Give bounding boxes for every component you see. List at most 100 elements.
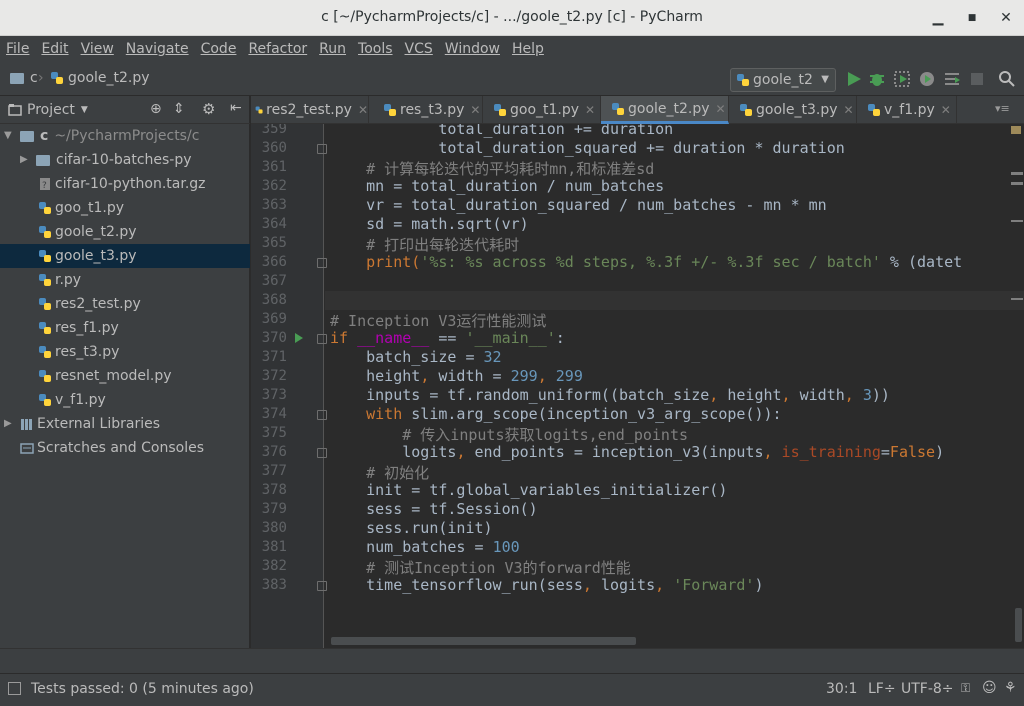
hide-panel-icon[interactable]: ⇤ bbox=[230, 100, 242, 116]
tree-item-res2-test[interactable]: res2_test.py bbox=[0, 292, 250, 316]
tree-item-res-f1[interactable]: res_f1.py bbox=[0, 316, 250, 340]
debug-icon[interactable] bbox=[868, 70, 886, 88]
menu-edit[interactable]: Edit bbox=[41, 41, 68, 57]
stop-icon[interactable] bbox=[968, 70, 986, 88]
expand-arrow-icon: ▼ bbox=[4, 130, 12, 141]
profile-icon[interactable] bbox=[918, 70, 936, 88]
error-stripe-marker[interactable] bbox=[1011, 298, 1023, 300]
coverage-icon[interactable] bbox=[893, 70, 911, 88]
line-separator[interactable]: LF÷ bbox=[868, 681, 896, 697]
menu-file[interactable]: File bbox=[6, 41, 29, 57]
tree-item-cifar-tar[interactable]: ? cifar-10-python.tar.gz bbox=[0, 172, 250, 196]
tree-item-res-t3[interactable]: res_t3.py bbox=[0, 340, 250, 364]
horizontal-scrollbar[interactable] bbox=[331, 637, 636, 645]
code-text: time_tensorflow_run(sess bbox=[366, 576, 583, 594]
fold-marker-icon[interactable] bbox=[317, 258, 327, 268]
tab-list-icon[interactable]: ▾≡ bbox=[995, 102, 1010, 115]
error-stripe-marker[interactable] bbox=[1011, 182, 1023, 185]
error-stripe-marker[interactable] bbox=[1011, 172, 1023, 175]
tab-label: goole_t3.py bbox=[756, 102, 838, 118]
code-punct: , bbox=[781, 386, 800, 404]
gear-icon[interactable]: ⚙ bbox=[202, 100, 215, 118]
close-icon[interactable]: ✕ bbox=[716, 102, 726, 116]
concurrency-icon[interactable] bbox=[943, 70, 961, 88]
chevron-down-icon[interactable]: ▼ bbox=[81, 105, 88, 115]
run-configuration-select[interactable]: goole_t2 ▼ bbox=[730, 68, 836, 92]
breadcrumb-file[interactable]: goole_t2.py bbox=[50, 70, 150, 86]
editor-tab-bar: res2_test.py ✕ res_t3.py ✕ goo_t1.py ✕ g… bbox=[251, 96, 1024, 124]
tab-goole-t2[interactable]: goole_t2.py ✕ bbox=[601, 96, 729, 124]
close-icon[interactable]: ✕ bbox=[844, 103, 854, 117]
tree-item-goole-t3[interactable]: goole_t3.py bbox=[0, 244, 250, 268]
error-stripe-marker[interactable] bbox=[1011, 220, 1023, 222]
fold-marker-icon[interactable] bbox=[317, 144, 327, 154]
tab-goole-t3[interactable]: goole_t3.py ✕ bbox=[729, 96, 857, 124]
locate-file-icon[interactable]: ⊕ bbox=[150, 101, 162, 117]
file-encoding[interactable]: UTF-8÷ bbox=[901, 681, 954, 697]
menu-window[interactable]: Window bbox=[445, 41, 500, 57]
close-icon[interactable]: ✕ bbox=[358, 103, 368, 117]
tree-item-resnet-model[interactable]: resnet_model.py bbox=[0, 364, 250, 388]
caret-position[interactable]: 30:1 bbox=[826, 681, 857, 697]
code-text: height bbox=[366, 367, 421, 385]
tree-item-goole-t2[interactable]: goole_t2.py bbox=[0, 220, 250, 244]
code-text: ) bbox=[935, 443, 945, 461]
run-gutter-icon[interactable] bbox=[294, 332, 304, 344]
menu-help[interactable]: Help bbox=[512, 41, 544, 57]
tab-res-t3[interactable]: res_t3.py ✕ bbox=[369, 96, 483, 124]
tab-res2-test[interactable]: res2_test.py ✕ bbox=[251, 96, 369, 124]
code-comment: # 传入inputs获取logits,end_points bbox=[402, 426, 689, 444]
project-panel-title[interactable]: Project bbox=[27, 102, 75, 118]
search-icon[interactable] bbox=[998, 70, 1016, 88]
fold-marker-icon[interactable] bbox=[317, 334, 327, 344]
line-number: 374 bbox=[261, 406, 287, 422]
inspector-icon[interactable]: ☺ bbox=[982, 680, 997, 696]
menu-help-label: Help bbox=[511, 41, 544, 57]
tree-scratches[interactable]: Scratches and Consoles bbox=[0, 436, 250, 460]
tree-item-goo-t1[interactable]: goo_t1.py bbox=[0, 196, 250, 220]
tree-item-r[interactable]: r.py bbox=[0, 268, 250, 292]
code-dunder: __name__ bbox=[357, 329, 430, 347]
menu-navigate[interactable]: Navigate bbox=[126, 41, 189, 57]
tab-v-f1[interactable]: v_f1.py ✕ bbox=[857, 96, 957, 124]
minimize-button[interactable]: ▁ bbox=[928, 8, 948, 28]
tab-label: v_f1.py bbox=[884, 102, 935, 118]
tab-goo-t1[interactable]: goo_t1.py ✕ bbox=[483, 96, 601, 124]
close-window-button[interactable]: ✕ bbox=[996, 8, 1016, 28]
close-icon[interactable]: ✕ bbox=[585, 103, 595, 117]
code-text: sess.run(init) bbox=[366, 519, 493, 537]
fold-marker-icon[interactable] bbox=[317, 448, 327, 458]
tree-item-cifar-batches[interactable]: ▶ cifar-10-batches-py bbox=[0, 148, 250, 172]
event-log-icon[interactable]: ⚘ bbox=[1004, 680, 1017, 696]
menu-view[interactable]: View bbox=[81, 41, 114, 57]
maximize-button[interactable]: ■ bbox=[962, 8, 982, 28]
breadcrumb-file-label: goole_t2.py bbox=[68, 70, 150, 86]
menu-tools[interactable]: Tools bbox=[358, 41, 393, 57]
python-config-icon bbox=[737, 74, 749, 86]
menu-code[interactable]: Code bbox=[201, 41, 237, 57]
error-stripe-marker[interactable] bbox=[1011, 126, 1021, 134]
tree-item-v-f1[interactable]: v_f1.py bbox=[0, 388, 250, 412]
code-line: print('%s: %s across %d steps, %.3f +/- … bbox=[330, 253, 962, 271]
fold-marker-icon[interactable] bbox=[317, 410, 327, 420]
breadcrumb-project[interactable]: c bbox=[10, 70, 38, 86]
tab-label: res_t3.py bbox=[400, 102, 465, 118]
menu-vcs[interactable]: VCS bbox=[405, 41, 433, 57]
code-editor[interactable]: 359 360 361 362 363 364 365 366 367 368 … bbox=[251, 124, 1024, 648]
vertical-scrollbar[interactable] bbox=[1015, 608, 1022, 642]
collapse-all-icon[interactable]: ⇕ bbox=[173, 101, 185, 117]
code-punct: , bbox=[456, 443, 475, 461]
close-icon[interactable]: ✕ bbox=[941, 103, 951, 117]
status-message[interactable]: Tests passed: 0 (5 minutes ago) bbox=[31, 681, 254, 697]
menu-run[interactable]: Run bbox=[319, 41, 346, 57]
tree-external-libraries[interactable]: ▶ External Libraries bbox=[0, 412, 250, 436]
run-icon[interactable] bbox=[845, 70, 863, 88]
tool-windows-icon[interactable] bbox=[8, 682, 21, 695]
menu-refactor[interactable]: Refactor bbox=[248, 41, 307, 57]
line-number: 378 bbox=[261, 482, 287, 498]
fold-marker-icon[interactable] bbox=[317, 581, 327, 591]
close-icon[interactable]: ✕ bbox=[470, 103, 480, 117]
lock-icon[interactable]: ⚿ bbox=[961, 681, 970, 696]
tree-root-c[interactable]: ▼ c ~/PycharmProjects/c bbox=[0, 124, 250, 148]
tree-item-label: v_f1.py bbox=[55, 392, 106, 408]
